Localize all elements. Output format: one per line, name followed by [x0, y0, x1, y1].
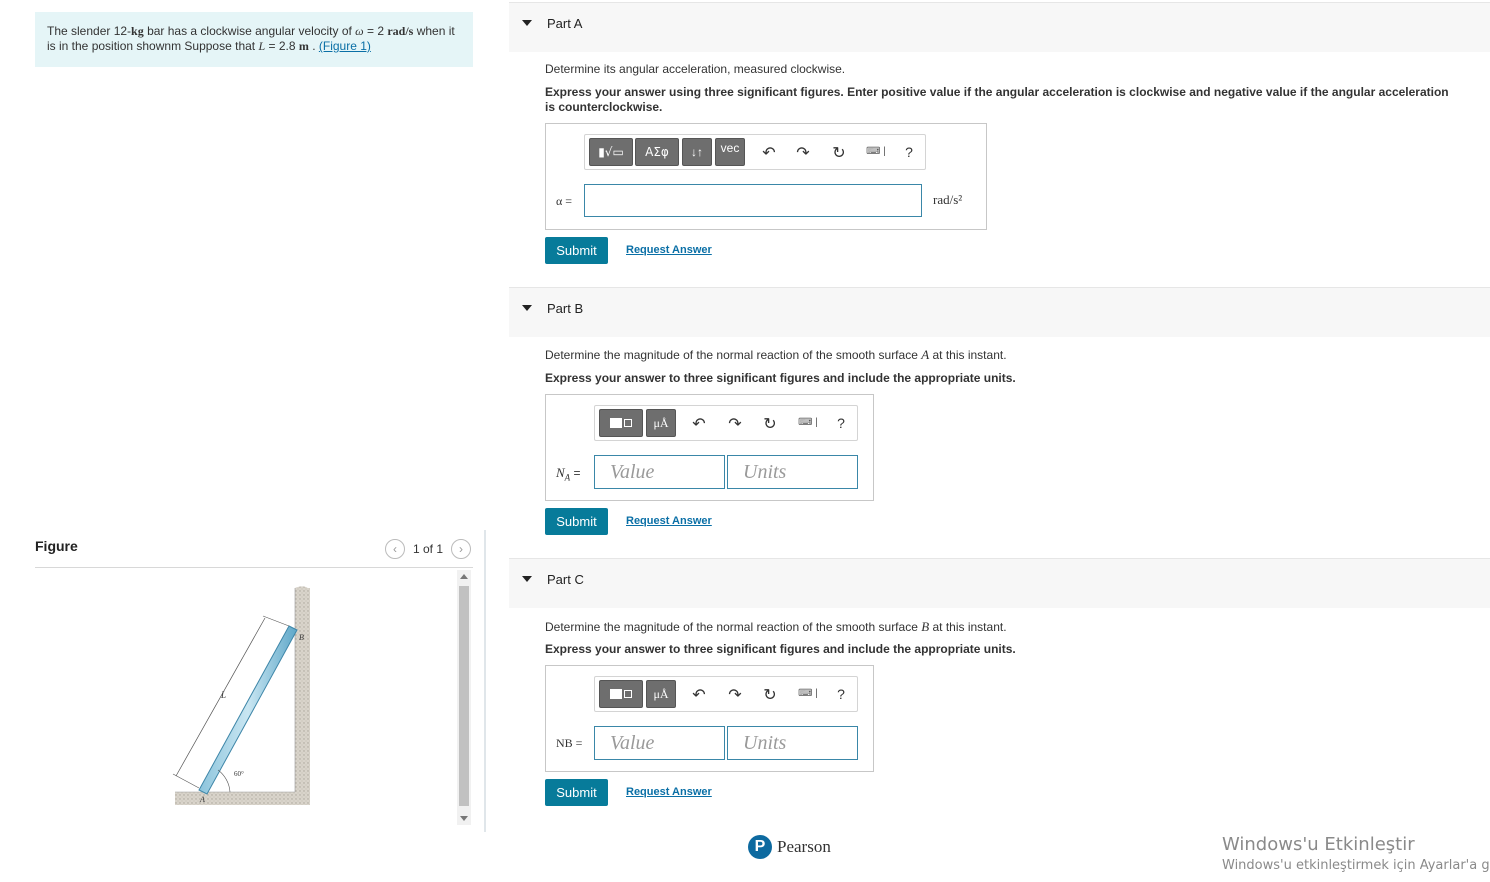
pearson-logo: P Pearson	[748, 835, 831, 859]
template-icon	[610, 418, 622, 428]
next-figure-button[interactable]: ›	[451, 539, 471, 559]
part-b-header[interactable]: Part B	[509, 287, 1490, 337]
pager-count: 1 of 1	[412, 542, 443, 556]
keyboard-icon[interactable]: ⌨ |	[793, 688, 823, 699]
nb-label: NB =	[556, 736, 583, 750]
part-c-answer-box: μÅ ↶ ↷ ↻ ⌨ | ? NB = Value Units	[545, 665, 874, 772]
part-a-title: Part A	[547, 16, 583, 31]
scroll-thumb[interactable]	[459, 586, 469, 806]
undo-icon[interactable]: ↶	[689, 685, 709, 705]
arrows-button[interactable]: ↓↑	[682, 138, 712, 166]
figure-scrollbar[interactable]	[457, 570, 471, 825]
reset-icon[interactable]: ↻	[760, 414, 780, 434]
part-c-submit-button[interactable]: Submit	[545, 779, 608, 806]
templates-button[interactable]: ▮√▭	[589, 138, 633, 166]
na-value-input[interactable]: Value	[594, 455, 725, 489]
part-a-toolbar: ▮√▭ ΑΣφ ↓↑ vec ↶ ↷ ↻ ⌨ | ?	[584, 134, 926, 170]
caret-down-icon	[522, 305, 532, 311]
wall	[297, 588, 310, 802]
scroll-down-icon[interactable]	[460, 816, 468, 821]
template-icon	[610, 689, 622, 699]
part-a-instruction: Express your answer using three signific…	[545, 85, 1449, 114]
redo-icon[interactable]: ↷	[793, 143, 813, 163]
figure-pager: ‹ 1 of 1 ›	[384, 539, 471, 559]
undo-icon[interactable]: ↶	[689, 414, 709, 434]
pearson-brand: Pearson	[777, 837, 831, 856]
na-label: NA =	[556, 465, 581, 483]
part-b-submit-button[interactable]: Submit	[545, 508, 608, 535]
units-button[interactable]: μÅ	[646, 409, 676, 437]
figure-header: Figure ‹ 1 of 1 ›	[35, 538, 473, 568]
help-icon[interactable]: ?	[899, 144, 919, 160]
greek-symbols-button[interactable]: ΑΣφ	[635, 138, 679, 166]
part-c-question: Determine the magnitude of the normal re…	[545, 619, 1007, 634]
part-c-instruction: Express your answer to three significant…	[545, 642, 1016, 656]
part-a-submit-button[interactable]: Submit	[545, 237, 608, 264]
alpha-unit: rad/s²	[933, 192, 963, 207]
label-l: L	[220, 690, 226, 700]
reset-icon[interactable]: ↻	[760, 685, 780, 705]
templates-button[interactable]	[599, 680, 643, 708]
na-units-input[interactable]: Units	[727, 455, 858, 489]
help-icon[interactable]: ?	[831, 415, 851, 431]
keyboard-icon[interactable]: ⌨ |	[793, 417, 823, 428]
scroll-up-icon[interactable]	[460, 574, 468, 579]
part-a-header[interactable]: Part A	[509, 2, 1490, 52]
nb-units-input[interactable]: Units	[727, 726, 858, 760]
keyboard-icon[interactable]: ⌨ |	[861, 146, 891, 157]
prev-figure-button[interactable]: ‹	[384, 539, 405, 559]
chevron-right-icon: ›	[459, 542, 463, 556]
problem-text: .	[308, 39, 319, 53]
part-b-request-answer-link[interactable]: Request Answer	[626, 515, 712, 527]
part-c-title: Part C	[547, 572, 584, 587]
unit-kg: kg	[131, 24, 144, 38]
help-icon[interactable]: ?	[831, 686, 851, 702]
units-button[interactable]: μÅ	[646, 680, 676, 708]
unit-rads: rad/s	[387, 24, 414, 38]
part-b-question: Determine the magnitude of the normal re…	[545, 347, 1007, 362]
figure-image: B L 60° A	[35, 570, 455, 825]
vector-button[interactable]: vec	[715, 138, 745, 166]
part-b-title: Part B	[547, 301, 584, 316]
unit-m: m	[298, 39, 309, 53]
part-a-answer-box: ▮√▭ ΑΣφ ↓↑ vec ↶ ↷ ↻ ⌨ | ? α = rad/s²	[545, 123, 987, 230]
caret-down-icon	[522, 576, 532, 582]
problem-statement: The slender 12-kg bar has a clockwise an…	[35, 12, 473, 67]
omega-symbol: ω	[355, 24, 364, 38]
label-a: A	[199, 795, 205, 804]
redo-icon[interactable]: ↷	[725, 414, 745, 434]
problem-text: bar has a clockwise angular velocity of	[143, 24, 356, 38]
undo-icon[interactable]: ↶	[759, 143, 779, 163]
redo-icon[interactable]: ↷	[725, 685, 745, 705]
templates-button[interactable]	[599, 409, 643, 437]
angle-arc	[217, 769, 231, 793]
floor	[177, 792, 310, 805]
pearson-icon: P	[748, 835, 772, 859]
windows-activation-watermark: Windows'u Etkinleştir Windows'u etkinleş…	[1222, 834, 1490, 873]
nb-value-input[interactable]: Value	[594, 726, 725, 760]
figure-title: Figure	[35, 538, 78, 554]
reset-icon[interactable]: ↻	[829, 143, 849, 163]
part-c-request-answer-link[interactable]: Request Answer	[626, 786, 712, 798]
part-c-header[interactable]: Part C	[509, 558, 1490, 608]
alpha-label: α =	[556, 194, 573, 208]
part-b-answer-box: μÅ ↶ ↷ ↻ ⌨ | ? NA = Value Units	[545, 394, 874, 501]
problem-text: = 2.8	[265, 39, 299, 53]
column-divider	[484, 530, 486, 832]
part-a-question: Determine its angular acceleration, meas…	[545, 62, 846, 76]
alpha-input[interactable]	[584, 184, 922, 217]
slender-bar	[198, 625, 298, 795]
caret-down-icon	[522, 20, 532, 26]
figure-link[interactable]: (Figure 1)	[319, 39, 371, 53]
chevron-left-icon: ‹	[392, 542, 397, 556]
problem-text: = 2	[363, 24, 388, 38]
part-c-toolbar: μÅ ↶ ↷ ↻ ⌨ | ?	[594, 676, 858, 712]
problem-text: The slender 12-	[47, 24, 132, 38]
bar-wall-diagram: B L 60° A	[172, 586, 310, 805]
label-b: B	[299, 633, 304, 642]
part-a-request-answer-link[interactable]: Request Answer	[626, 244, 712, 256]
part-b-instruction: Express your answer to three significant…	[545, 371, 1016, 385]
part-b-toolbar: μÅ ↶ ↷ ↻ ⌨ | ?	[594, 405, 858, 441]
label-angle: 60°	[234, 770, 244, 778]
